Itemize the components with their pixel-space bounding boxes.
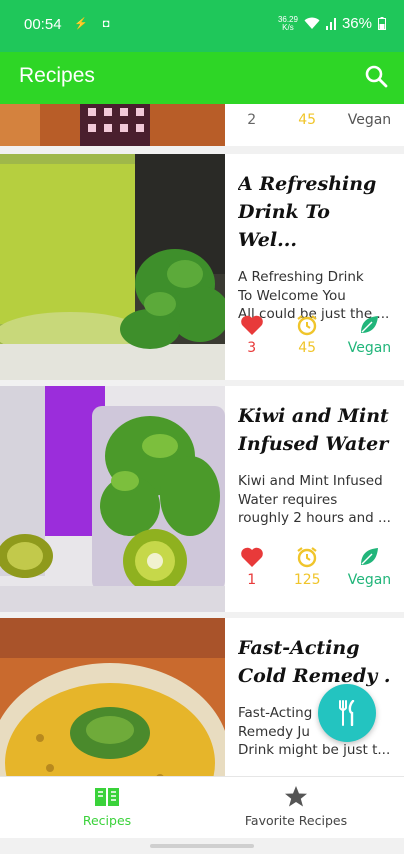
time-stat: 125 (292, 546, 321, 588)
vegan-stat: Vegan (347, 314, 392, 356)
status-right: 36.29 K/s 36% (278, 15, 386, 32)
bottom-navigation: Recipes Favorite Recipes (0, 776, 404, 838)
recipe-text: Kiwi and Mint Infused Water Kiwi and Min… (238, 402, 392, 528)
recipe-stats: 2 45 Vegan (238, 108, 392, 128)
recipe-title: Fast-Acting Cold Remedy ... (238, 637, 392, 687)
time-stat: 45 (292, 314, 321, 356)
vegan-stat: Vegan (347, 546, 392, 588)
likes-stat[interactable]: 3 (238, 314, 265, 356)
nav-recipes[interactable]: Recipes (66, 785, 148, 828)
recipe-image (0, 154, 225, 380)
battery-icon (378, 17, 386, 30)
recipe-title: Kiwi and Mint Infused Water (238, 405, 389, 455)
likes-stat: 2 (247, 112, 257, 128)
recipe-text: A Refreshing Drink To Wel... A Refreshin… (238, 170, 392, 324)
alarm-clock-icon (297, 315, 317, 336)
page-title: Recipes (19, 64, 95, 87)
recipe-card[interactable]: A Refreshing Drink To Wel... A Refreshin… (0, 154, 404, 380)
recipe-image (0, 104, 225, 146)
add-recipe-fab[interactable] (318, 684, 376, 742)
vegan-stat: Vegan (347, 112, 392, 128)
app-bar: Recipes (0, 52, 404, 104)
leaf-icon (361, 548, 379, 565)
time-stat: 45 (298, 112, 317, 128)
gesture-bar (0, 838, 404, 854)
likes-stat[interactable]: 1 (238, 546, 265, 588)
heart-icon (240, 547, 263, 567)
book-icon (95, 788, 119, 806)
status-bar: 00:54 ⚡ ◘ 36.29 K/s 36% (0, 0, 404, 52)
battery-percent: 36% (341, 15, 372, 32)
wifi-icon (304, 17, 320, 29)
nav-favorite-recipes[interactable]: Favorite Recipes (236, 785, 356, 828)
recipe-card[interactable]: 2 45 Vegan (0, 104, 404, 146)
net-speed: 36.29 K/s (277, 14, 298, 32)
home-indicator[interactable] (150, 844, 254, 848)
recipe-image (0, 386, 225, 612)
heart-icon (240, 315, 263, 335)
recipe-image (0, 618, 225, 776)
leaf-icon (361, 316, 379, 333)
star-icon (285, 786, 307, 807)
search-icon[interactable] (364, 64, 390, 90)
fork-knife-icon (339, 700, 355, 726)
alarm-clock-icon (297, 547, 317, 568)
notification-icons: ⚡ ◘ (74, 18, 116, 30)
nav-recipes-label: Recipes (82, 813, 132, 828)
recipe-stats: 3 45 Vegan (238, 314, 392, 356)
recipe-description: Kiwi and Mint Infused Water requires rou… (238, 473, 391, 526)
recipe-card[interactable]: Kiwi and Mint Infused Water Kiwi and Min… (0, 386, 404, 612)
recipe-title: A Refreshing Drink To Wel... (238, 173, 377, 251)
nav-favorites-label: Favorite Recipes (244, 813, 348, 828)
recipe-list[interactable]: 2 45 Vegan A Refreshing Drink To Wel... (0, 104, 404, 776)
signal-icon (325, 18, 336, 30)
status-time: 00:54 (24, 16, 62, 33)
recipe-stats: 1 125 Vegan (238, 546, 392, 588)
